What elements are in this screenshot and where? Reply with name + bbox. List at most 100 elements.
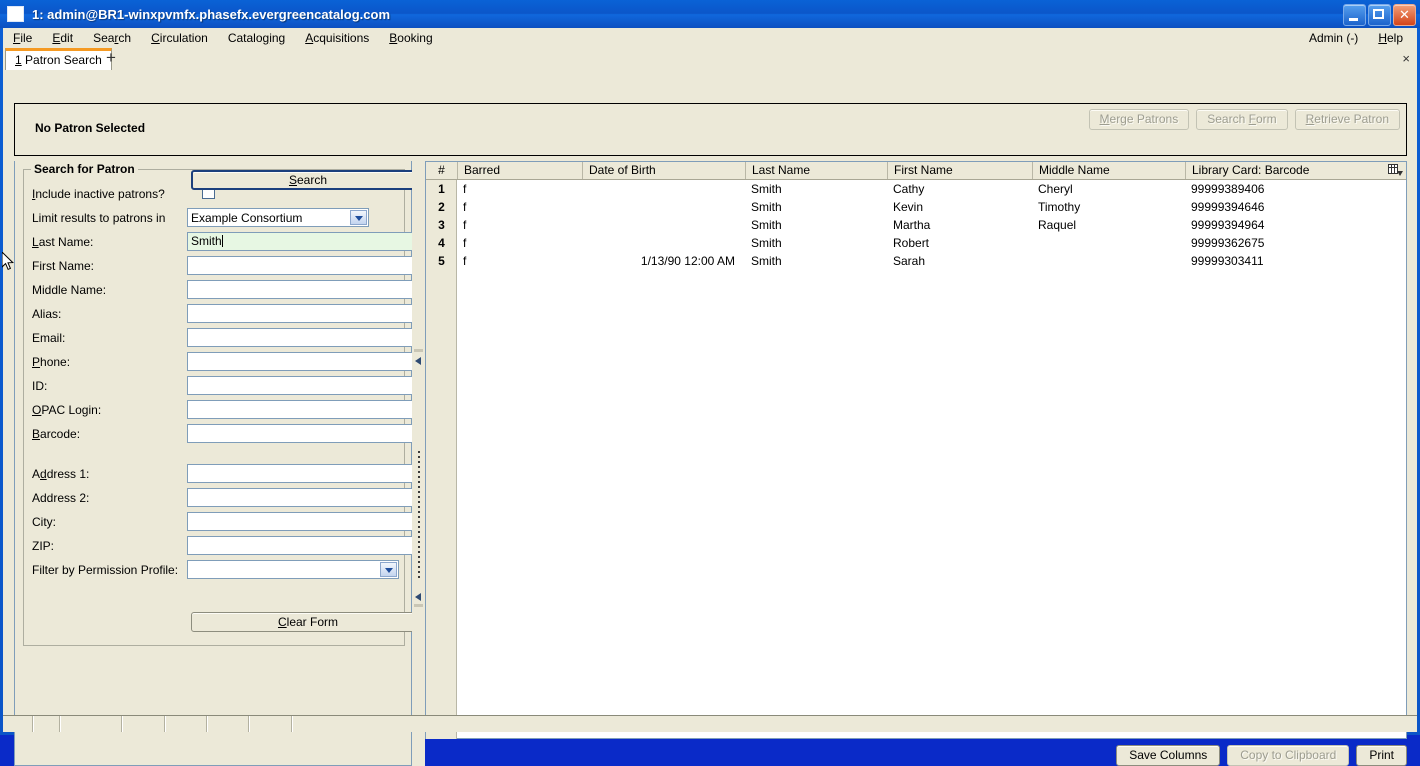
org-unit-select[interactable]: Example Consortium: [187, 208, 369, 227]
status-segment: [208, 716, 250, 732]
column-header-num[interactable]: #: [426, 162, 457, 179]
field-label: Filter by Permission Profile:: [32, 563, 179, 577]
cell-library-card: 99999394964: [1191, 218, 1265, 232]
column-picker-icon[interactable]: [1387, 163, 1404, 178]
chevron-down-icon[interactable]: [380, 562, 397, 577]
field-barcode: Barcode:: [32, 424, 421, 446]
patron-status-label: No Patron Selected: [35, 121, 146, 135]
splitter-grip[interactable]: [418, 451, 420, 581]
cell-barred: f: [463, 236, 467, 250]
splitter-collapse-arrow-bottom[interactable]: [415, 593, 422, 602]
search-button[interactable]: Search: [191, 170, 425, 190]
last-name-input[interactable]: Smith: [187, 232, 421, 251]
clear-form-button[interactable]: Clear Form: [191, 612, 425, 632]
opac-login-input[interactable]: [187, 400, 421, 419]
field-label: Address 2:: [32, 491, 90, 505]
search-form-button[interactable]: Search Form: [1196, 109, 1288, 130]
cell-middle-name: Cheryl: [1038, 182, 1073, 196]
field-limit-results-org: Limit results to patrons in Example Cons…: [32, 208, 402, 230]
barcode-input[interactable]: [187, 424, 421, 443]
menu-admin[interactable]: Admin (-): [1299, 28, 1368, 48]
permission-profile-select[interactable]: [187, 560, 399, 579]
cell-library-card: 99999389406: [1191, 182, 1265, 196]
address-2-input[interactable]: [187, 488, 421, 507]
field-address-2: Address 2:: [32, 488, 421, 510]
phone-input[interactable]: [187, 352, 421, 371]
cell-dob: [582, 216, 745, 234]
middle-name-input[interactable]: [187, 280, 421, 299]
menu-edit[interactable]: Edit: [42, 28, 83, 48]
menu-cataloging[interactable]: Cataloging: [218, 28, 295, 48]
first-name-input[interactable]: [187, 256, 421, 275]
cell-barred: f: [463, 254, 467, 268]
new-tab-button[interactable]: +: [102, 49, 120, 68]
city-input[interactable]: [187, 512, 421, 531]
splitter-cap-bottom: [414, 604, 423, 607]
copy-to-clipboard-button[interactable]: Copy to Clipboard: [1227, 745, 1350, 766]
menu-acquisitions[interactable]: Acquisitions: [295, 28, 379, 48]
alias-input[interactable]: [187, 304, 421, 323]
results-grid: # Barred Date of Birth Last Name First N…: [425, 161, 1407, 739]
cell-middle-name: [1032, 252, 1185, 270]
close-tab-icon[interactable]: ×: [1402, 51, 1410, 67]
maximize-button[interactable]: [1368, 4, 1391, 26]
menu-file[interactable]: File: [3, 28, 42, 48]
splitter-collapse-arrow-top[interactable]: [415, 357, 422, 366]
column-header-middle-name[interactable]: Middle Name: [1032, 162, 1185, 179]
cell-first-name: Robert: [893, 236, 930, 250]
column-header-barred[interactable]: Barred: [457, 162, 582, 179]
tab-patron-search[interactable]: 1 Patron Search: [5, 48, 112, 70]
content-area: No Patron Selected Merge Patrons Search …: [3, 71, 1417, 766]
merge-patrons-button[interactable]: Merge Patrons: [1088, 109, 1190, 130]
cell-last-name: Smith: [751, 182, 782, 196]
status-segment: [166, 716, 208, 732]
email-input[interactable]: [187, 328, 421, 347]
fieldset-legend: Search for Patron: [31, 162, 138, 176]
retrieve-patron-button[interactable]: Retrieve Patron: [1294, 109, 1400, 130]
column-header-first-name[interactable]: First Name: [887, 162, 1032, 179]
field-label: ZIP:: [32, 539, 55, 553]
menu-circulation[interactable]: Circulation: [141, 28, 218, 48]
menu-booking[interactable]: Booking: [379, 28, 442, 48]
menu-search[interactable]: Search: [83, 28, 141, 48]
field-opac-login: OPAC Login:: [32, 400, 421, 422]
chevron-down-icon[interactable]: [350, 210, 367, 225]
patron-results-panel: # Barred Date of Birth Last Name First N…: [425, 161, 1407, 766]
table-row[interactable]: 2 f Smith Kevin Timothy 99999394646: [426, 198, 1406, 216]
field-label: Alias:: [32, 307, 62, 321]
cell-num: 1: [438, 182, 445, 196]
cell-dob: [582, 234, 745, 252]
splitter-cap-top: [414, 349, 423, 352]
tab-number: 1: [15, 53, 22, 67]
search-for-patron-fieldset: Search for Patron Include inactive patro…: [23, 162, 425, 646]
cell-library-card: 99999303411: [1191, 254, 1264, 268]
column-header-dob[interactable]: Date of Birth: [582, 162, 745, 179]
zip-input[interactable]: [187, 536, 421, 555]
cell-num: 3: [438, 218, 445, 232]
application-window: 1: admin@BR1-winxpvmfx.phasefx.evergreen…: [0, 0, 1420, 766]
cell-barred: f: [463, 200, 467, 214]
field-label: OPAC Login:: [32, 403, 102, 417]
table-row[interactable]: 3 f Smith Martha Raquel 99999394964: [426, 216, 1406, 234]
field-label: City:: [32, 515, 56, 529]
print-button[interactable]: Print: [1356, 745, 1407, 766]
minimize-button[interactable]: [1343, 4, 1366, 26]
cell-last-name: Smith: [751, 254, 782, 268]
status-segment: [250, 716, 293, 732]
menu-help[interactable]: Help: [1368, 28, 1413, 48]
table-row[interactable]: 1 f Smith Cathy Cheryl 99999389406: [426, 180, 1406, 198]
save-columns-button[interactable]: Save Columns: [1116, 745, 1221, 766]
close-button[interactable]: [1393, 4, 1416, 26]
column-header-library-card[interactable]: Library Card: Barcode: [1185, 162, 1388, 179]
column-header-last-name[interactable]: Last Name: [745, 162, 887, 179]
last-name-value: Smith: [191, 234, 222, 248]
panel-splitter[interactable]: [412, 161, 425, 766]
table-row[interactable]: 4 f Smith Robert 99999362675: [426, 234, 1406, 252]
tab-bar: 1 Patron Search + ×: [3, 48, 1417, 72]
status-segment: [3, 716, 34, 732]
patron-summary-header: No Patron Selected Merge Patrons Search …: [14, 103, 1407, 156]
table-row[interactable]: 5 f 1/13/90 12:00 AM Smith Sarah 9999930…: [426, 252, 1406, 270]
status-segment: [61, 716, 123, 732]
address-1-input[interactable]: [187, 464, 421, 483]
id-input[interactable]: [187, 376, 421, 395]
